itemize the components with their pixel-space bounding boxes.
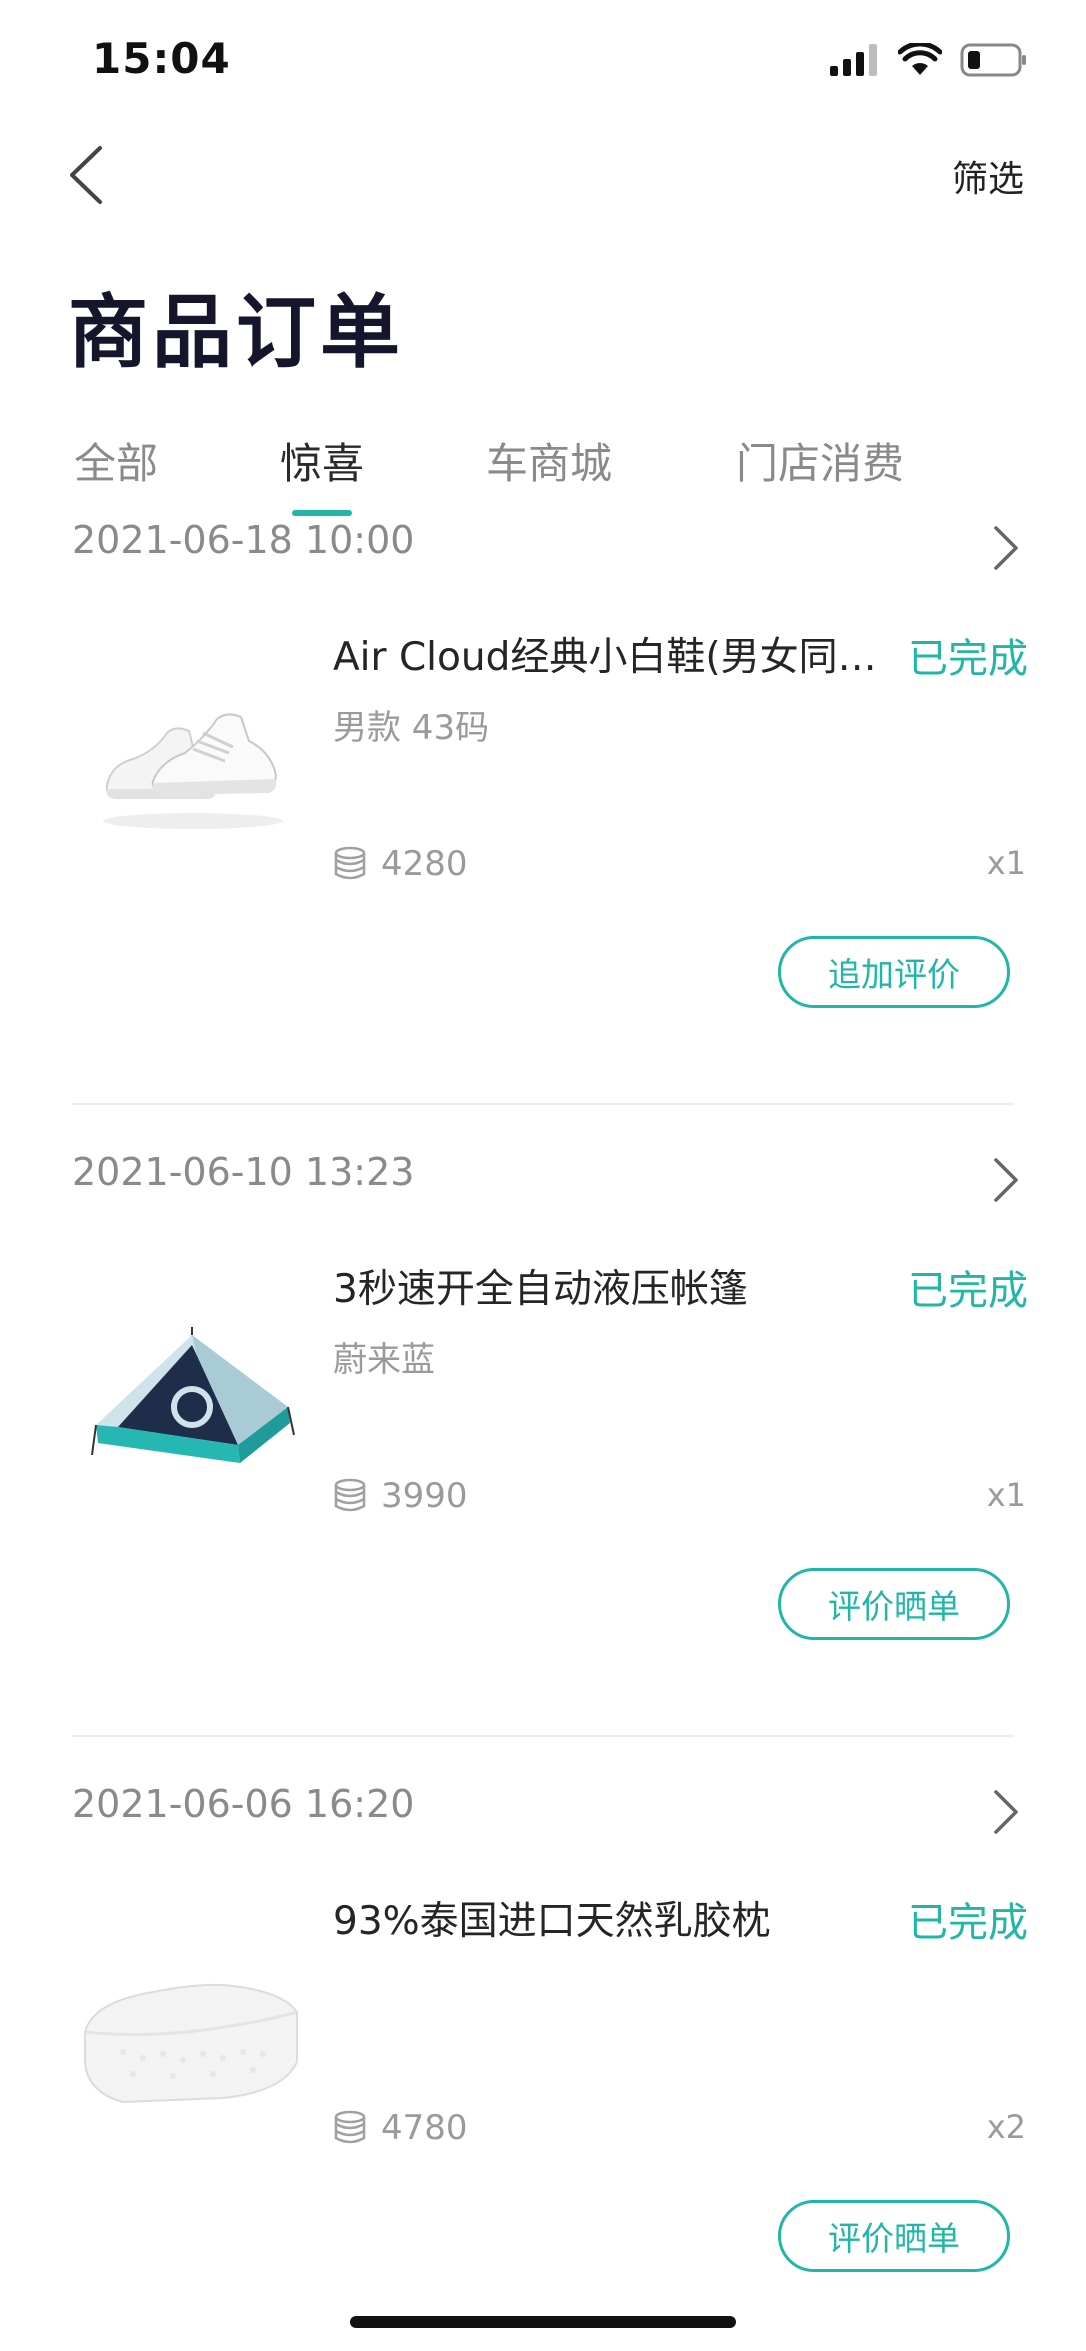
product-variant: 男款 43码 [333, 708, 490, 748]
price-value: 4780 [381, 2108, 468, 2148]
price-row: 4780 [333, 2104, 468, 2152]
quantity: x1 [986, 1476, 1026, 1514]
price-value: 4280 [381, 844, 468, 884]
quantity: x1 [986, 844, 1026, 882]
write-review-button[interactable]: 评价晒单 [778, 1568, 1010, 1640]
product-name: 3秒速开全自动液压帐篷 [333, 1267, 748, 1312]
pillow-image[interactable] [78, 1902, 308, 2152]
tab-car-mall[interactable]: 车商城 [486, 430, 612, 491]
battery-icon [960, 43, 1026, 77]
coins-icon [334, 1478, 366, 1512]
wifi-icon [898, 43, 942, 75]
chevron-right-icon [994, 1790, 1018, 1834]
coins-icon [334, 846, 366, 880]
chevron-right-icon [994, 526, 1018, 570]
order-card[interactable]: 2021-06-06 16:20 93%泰国进口天然乳胶枕 已完成 4780 x… [0, 1782, 1086, 2351]
chevron-left-icon [70, 146, 102, 204]
order-status: 已完成 [908, 1268, 1028, 1314]
tent-image[interactable] [78, 1270, 308, 1520]
coins-icon [334, 2110, 366, 2144]
quantity: x2 [986, 2108, 1026, 2146]
price-value: 3990 [381, 1476, 468, 1516]
product-name: Air Cloud经典小白鞋(男女同… [333, 635, 877, 680]
order-divider [72, 1103, 1014, 1105]
write-review-button[interactable]: 评价晒单 [778, 2200, 1010, 2272]
order-divider [72, 1735, 1014, 1737]
filter-button[interactable]: 筛选 [952, 150, 1024, 202]
add-review-button[interactable]: 追加评价 [778, 936, 1010, 1008]
order-detail-chevron[interactable] [986, 1154, 1026, 1206]
tab-active-indicator [292, 510, 352, 516]
signal-icon [830, 44, 877, 76]
status-icons [830, 40, 1028, 80]
status-bar: 15:04 [0, 0, 1086, 120]
price-row: 4280 [333, 840, 468, 888]
tab-surprise[interactable]: 惊喜 [280, 430, 364, 491]
order-status: 已完成 [908, 636, 1028, 682]
sneaker-image[interactable] [78, 638, 308, 888]
page-title: 商品订单 [68, 286, 404, 379]
price-row: 3990 [333, 1472, 468, 1520]
category-tabs: 全部 惊喜 车商城 门店消费 [0, 430, 1086, 520]
order-date: 2021-06-10 13:23 [72, 1150, 415, 1194]
tab-store-consumption[interactable]: 门店消费 [736, 430, 904, 491]
order-status: 已完成 [908, 1900, 1028, 1946]
product-variant: 蔚来蓝 [333, 1340, 435, 1380]
home-indicator [350, 2316, 736, 2328]
order-date: 2021-06-06 16:20 [72, 1782, 415, 1826]
status-time: 15:04 [92, 34, 231, 83]
chevron-right-icon [994, 1158, 1018, 1202]
order-list-screen: 15:04 筛选 商品订单 全部 惊喜 车商城 门店消费 2021-06-18 … [0, 0, 1086, 2351]
order-detail-chevron[interactable] [986, 1786, 1026, 1838]
order-card[interactable]: 2021-06-10 13:23 3秒速开全自动液压帐篷 已完成 蔚来蓝 399… [0, 1150, 1086, 1782]
order-card[interactable]: 2021-06-18 10:00 Air Cloud经典小白鞋(男女同… 已完成… [0, 518, 1086, 1150]
product-name: 93%泰国进口天然乳胶枕 [333, 1899, 771, 1944]
back-button[interactable] [60, 140, 112, 210]
tab-all[interactable]: 全部 [74, 430, 158, 491]
order-detail-chevron[interactable] [986, 522, 1026, 574]
order-date: 2021-06-18 10:00 [72, 518, 415, 562]
